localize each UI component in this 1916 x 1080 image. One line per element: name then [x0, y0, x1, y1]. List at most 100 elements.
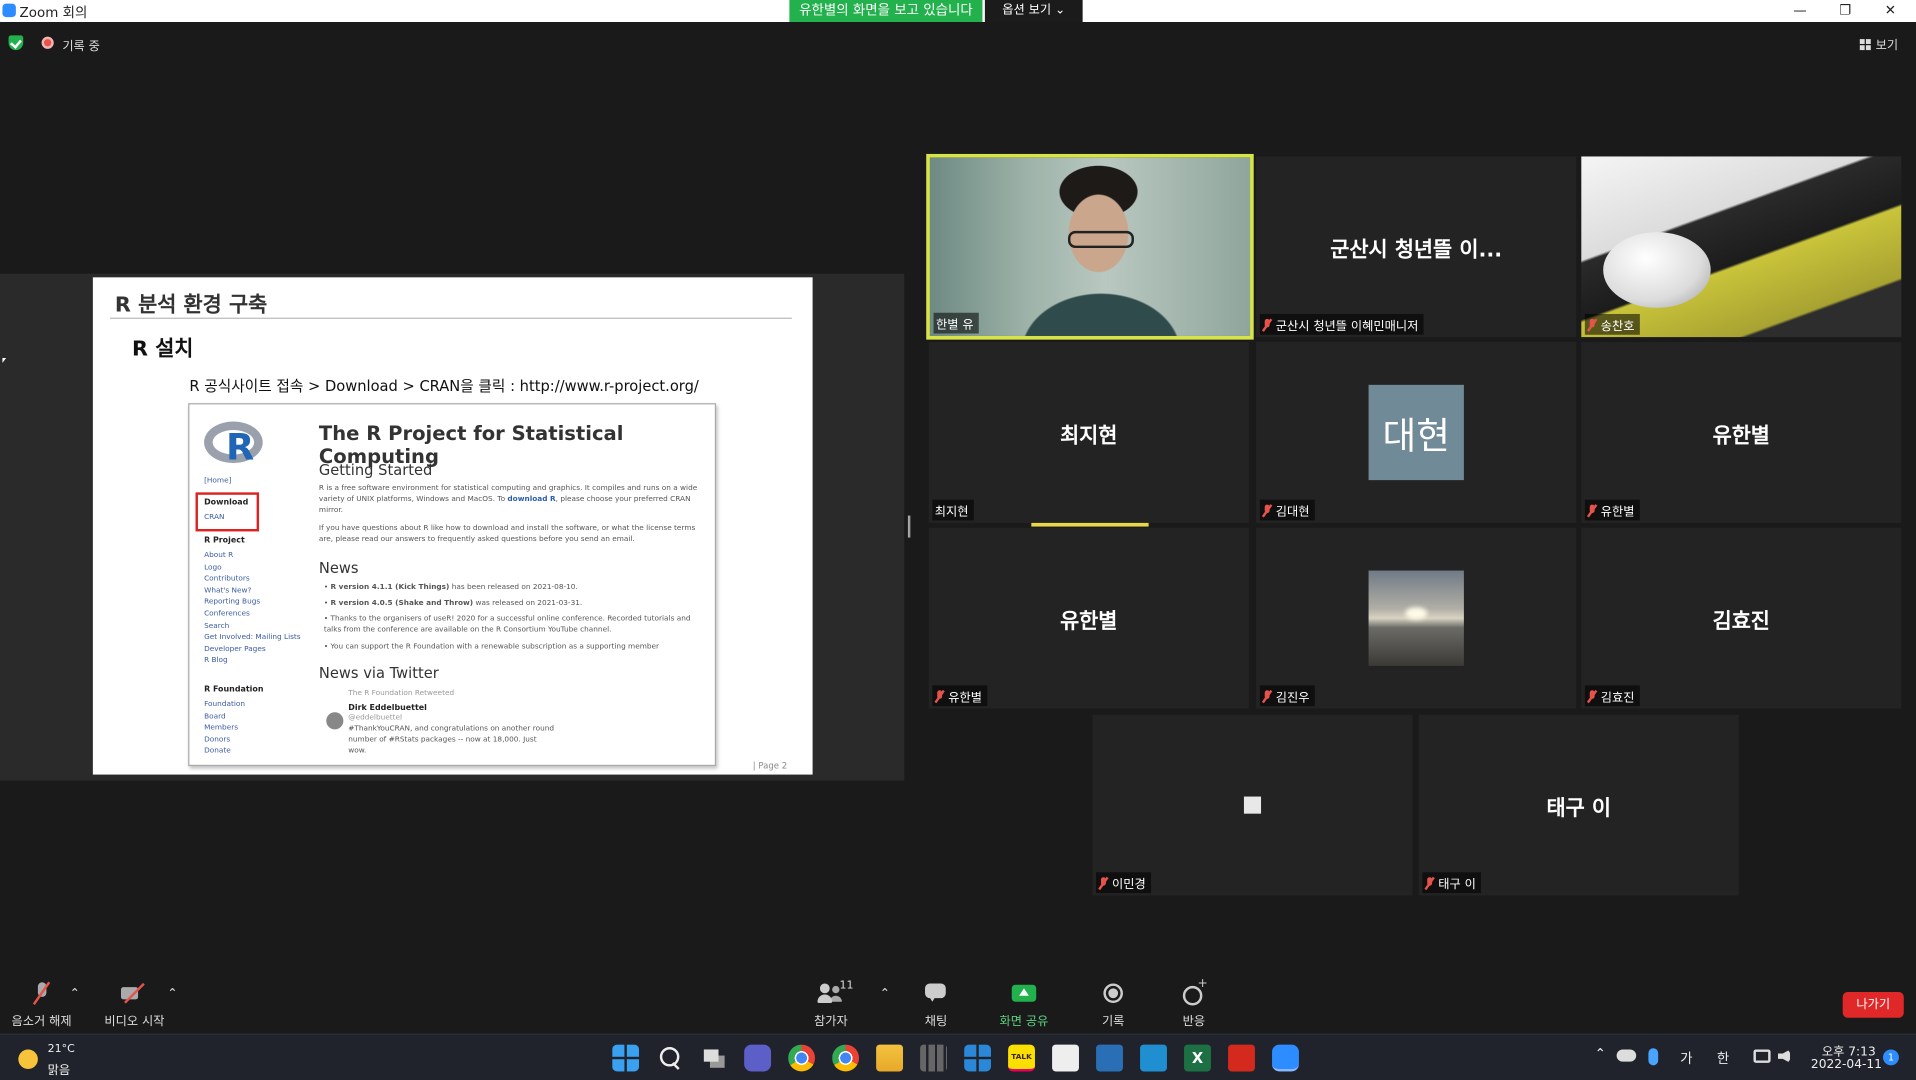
muted-microphone-icon: [1425, 876, 1435, 889]
participant-name-display: 태구 이: [1546, 795, 1612, 821]
sidebar-link: Search: [204, 621, 230, 630]
tweet-handle: @eddelbuettel: [348, 713, 403, 723]
participant-label-text: 이민경: [1111, 878, 1146, 892]
sidebar-link: What's New?: [204, 586, 252, 595]
microphone-tray-icon[interactable]: [1648, 1048, 1659, 1066]
hancom-icon[interactable]: [1140, 1044, 1167, 1072]
start-menu-icon[interactable]: [612, 1044, 640, 1072]
getting-started-para2: If you have questions about R like how t…: [318, 524, 696, 544]
sidebar-download: Download: [204, 497, 249, 508]
task-view-icon[interactable]: [700, 1044, 728, 1072]
participant-label: 군산시 청년뜰 이혜민매니저: [1259, 313, 1424, 335]
recording-label[interactable]: 기록 중: [62, 35, 100, 53]
sidebar-link: Get Involved: Mailing Lists: [204, 633, 301, 642]
chrome-icon[interactable]: [788, 1044, 816, 1072]
windows-taskbar: 21°C 맑음 TALK X ⌃ 가 한 오후 7:13 2022-04-11 …: [0, 1033, 1916, 1080]
sidebar-foundation-head: R Foundation: [204, 684, 264, 694]
encryption-shield-icon[interactable]: [8, 35, 24, 51]
r-logo-icon: R: [204, 421, 265, 469]
grid-view-icon: [1859, 39, 1871, 51]
minimize-icon[interactable]: —: [1777, 0, 1823, 22]
teams-chat-icon[interactable]: [744, 1044, 772, 1072]
mouse-cursor-icon: [2, 357, 7, 363]
sidebar-home-link: [Home]: [204, 476, 232, 486]
calculator-icon[interactable]: [920, 1044, 948, 1072]
video-tile[interactable]: 최지현 최지현: [928, 342, 1249, 523]
sidebar-link: R Blog: [204, 656, 228, 666]
sidebar-link: Donors: [204, 735, 231, 744]
start-video-button[interactable]: 비디오 시작: [103, 982, 167, 1029]
chat-button[interactable]: 채팅: [919, 982, 953, 1029]
excel-icon[interactable]: X: [1184, 1044, 1211, 1072]
view-label: 보기: [1875, 39, 1899, 53]
video-tile[interactable]: 유한별 유한별: [1581, 342, 1902, 523]
zoom-logo-icon: [2, 3, 16, 18]
share-screen-button[interactable]: 화면 공유: [997, 982, 1051, 1029]
close-icon[interactable]: ✕: [1867, 0, 1913, 22]
participant-label: 한별 유: [933, 312, 979, 334]
muted-microphone-icon: [1262, 318, 1272, 330]
notification-badge[interactable]: 1: [1883, 1049, 1899, 1066]
video-tile[interactable]: 태구 이 태구 이: [1418, 714, 1739, 896]
video-options-chevron-icon[interactable]: ⌃: [167, 987, 177, 1000]
participant-label: 김진우: [1259, 685, 1315, 707]
sidebar-link: Board: [204, 711, 226, 721]
slide-page-number: | Page 2: [752, 761, 788, 771]
participant-label: 태구 이: [1422, 872, 1481, 894]
rstudio-icon[interactable]: [1096, 1044, 1123, 1072]
ime-mode-indicator[interactable]: 한: [1717, 1048, 1729, 1068]
chat-icon: [925, 982, 947, 1006]
title-bar: Zoom 회의 유한별의 화면을 보고 있습니다 옵션 보기 ⌄ — ❐ ✕: [0, 0, 1916, 22]
unmute-button[interactable]: 음소거 해제: [10, 982, 74, 1029]
record-button[interactable]: 기록: [1100, 982, 1127, 1029]
video-tile[interactable]: 유한별 유한별: [928, 527, 1249, 709]
weather-sun-icon[interactable]: [18, 1049, 38, 1070]
reactions-button[interactable]: 반응: [1180, 977, 1208, 1028]
recording-icon: [41, 36, 54, 49]
store-icon[interactable]: [964, 1044, 991, 1072]
network-icon[interactable]: [1753, 1049, 1771, 1063]
weather-description[interactable]: 맑음: [48, 1059, 70, 1077]
kakaotalk-icon[interactable]: TALK: [1008, 1044, 1035, 1072]
sidebar-link: Contributors: [204, 574, 250, 583]
leave-meeting-button[interactable]: 나가기: [1842, 992, 1904, 1018]
participants-icon: 11: [817, 980, 853, 1006]
participants-options-chevron-icon[interactable]: ⌃: [880, 987, 890, 1000]
video-tile[interactable]: 김진우: [1256, 527, 1577, 709]
panel-splitter[interactable]: [907, 515, 911, 538]
participants-button[interactable]: 11 참가자: [809, 980, 853, 1029]
weather-temperature[interactable]: 21°C: [48, 1043, 75, 1055]
sidebar-link: Developer Pages: [204, 644, 266, 654]
snipping-tool-icon[interactable]: [1052, 1044, 1079, 1072]
file-explorer-icon[interactable]: [876, 1044, 904, 1072]
video-tile[interactable]: 이민경: [1092, 714, 1413, 896]
slide-divider: [109, 317, 792, 319]
view-options-button[interactable]: 옵션 보기 ⌄: [984, 0, 1083, 22]
sidebar-link: Logo: [204, 562, 222, 572]
participant-label-text: 최지현: [934, 505, 969, 520]
audio-options-chevron-icon[interactable]: ⌃: [70, 987, 80, 1000]
onedrive-cloud-icon[interactable]: [1616, 1049, 1637, 1062]
getting-started-para1: R is a free software environment for sta…: [318, 483, 698, 515]
clock-date[interactable]: 2022-04-11: [1811, 1058, 1882, 1071]
video-tile[interactable]: 김효진 김효진: [1581, 527, 1902, 709]
restore-icon[interactable]: ❐: [1822, 0, 1868, 22]
muted-microphone-icon: [1262, 689, 1272, 702]
video-tile[interactable]: 한별 유: [926, 153, 1254, 340]
participant-label: 유한별: [1584, 499, 1640, 521]
speaking-indicator: [1031, 522, 1149, 527]
ime-language-indicator[interactable]: 가: [1680, 1048, 1692, 1068]
chrome-profile-icon[interactable]: [832, 1044, 860, 1072]
participant-label-text: 송찬호: [1600, 320, 1635, 334]
view-button[interactable]: 보기: [1859, 34, 1899, 53]
zoom-taskbar-icon[interactable]: [1272, 1044, 1299, 1072]
search-icon[interactable]: [656, 1045, 683, 1072]
clock-time[interactable]: 오후 7:13: [1822, 1041, 1876, 1059]
video-tile[interactable]: 송찬호: [1581, 156, 1902, 338]
video-tile[interactable]: 대현 김대현: [1256, 342, 1577, 523]
volume-icon[interactable]: [1777, 1049, 1791, 1063]
acrobat-icon[interactable]: [1228, 1044, 1255, 1072]
video-tile[interactable]: 군산시 청년뜰 이... 군산시 청년뜰 이혜민매니저: [1256, 156, 1577, 338]
slide-subtitle: R 설치: [131, 337, 194, 362]
tray-overflow-chevron-icon[interactable]: ⌃: [1595, 1046, 1606, 1062]
